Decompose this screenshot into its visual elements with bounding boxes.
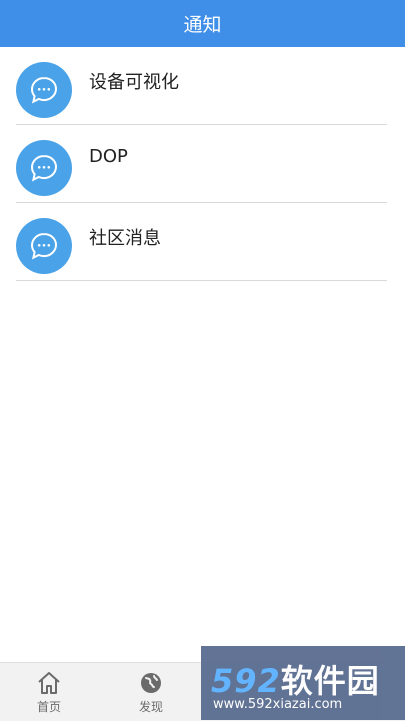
globe-icon xyxy=(141,672,161,693)
watermark-brand-number: 592 xyxy=(211,662,281,700)
list-item[interactable]: 社区消息 xyxy=(0,203,405,281)
list-item[interactable]: 设备可视化 xyxy=(0,47,405,125)
watermark-brand: 592软件园 xyxy=(211,656,380,702)
list-item[interactable]: DOP xyxy=(0,125,405,203)
page-title: 通知 xyxy=(183,14,222,36)
list-item-title: 社区消息 xyxy=(89,228,161,249)
list-item-title: DOP xyxy=(89,146,128,167)
tab-home[interactable]: 首页 xyxy=(19,663,79,721)
watermark-brand-text: 软件园 xyxy=(280,662,380,700)
home-icon xyxy=(38,671,60,694)
tab-label: 发现 xyxy=(138,699,163,714)
app-header: 通知 xyxy=(0,0,405,47)
chat-bubble-icon xyxy=(16,140,72,196)
tab-label: 首页 xyxy=(36,699,61,714)
watermark-url: www.592xiazai.com xyxy=(213,697,343,712)
notification-list: 设备可视化 DOP 社区消息 xyxy=(0,47,405,281)
divider xyxy=(16,280,387,281)
tab-discover[interactable]: 发现 xyxy=(121,663,181,721)
list-item-title: 设备可视化 xyxy=(89,72,179,93)
chat-bubble-icon xyxy=(16,62,72,118)
chat-bubble-icon xyxy=(16,218,72,274)
watermark: 592软件园 www.592xiazai.com xyxy=(201,646,405,720)
